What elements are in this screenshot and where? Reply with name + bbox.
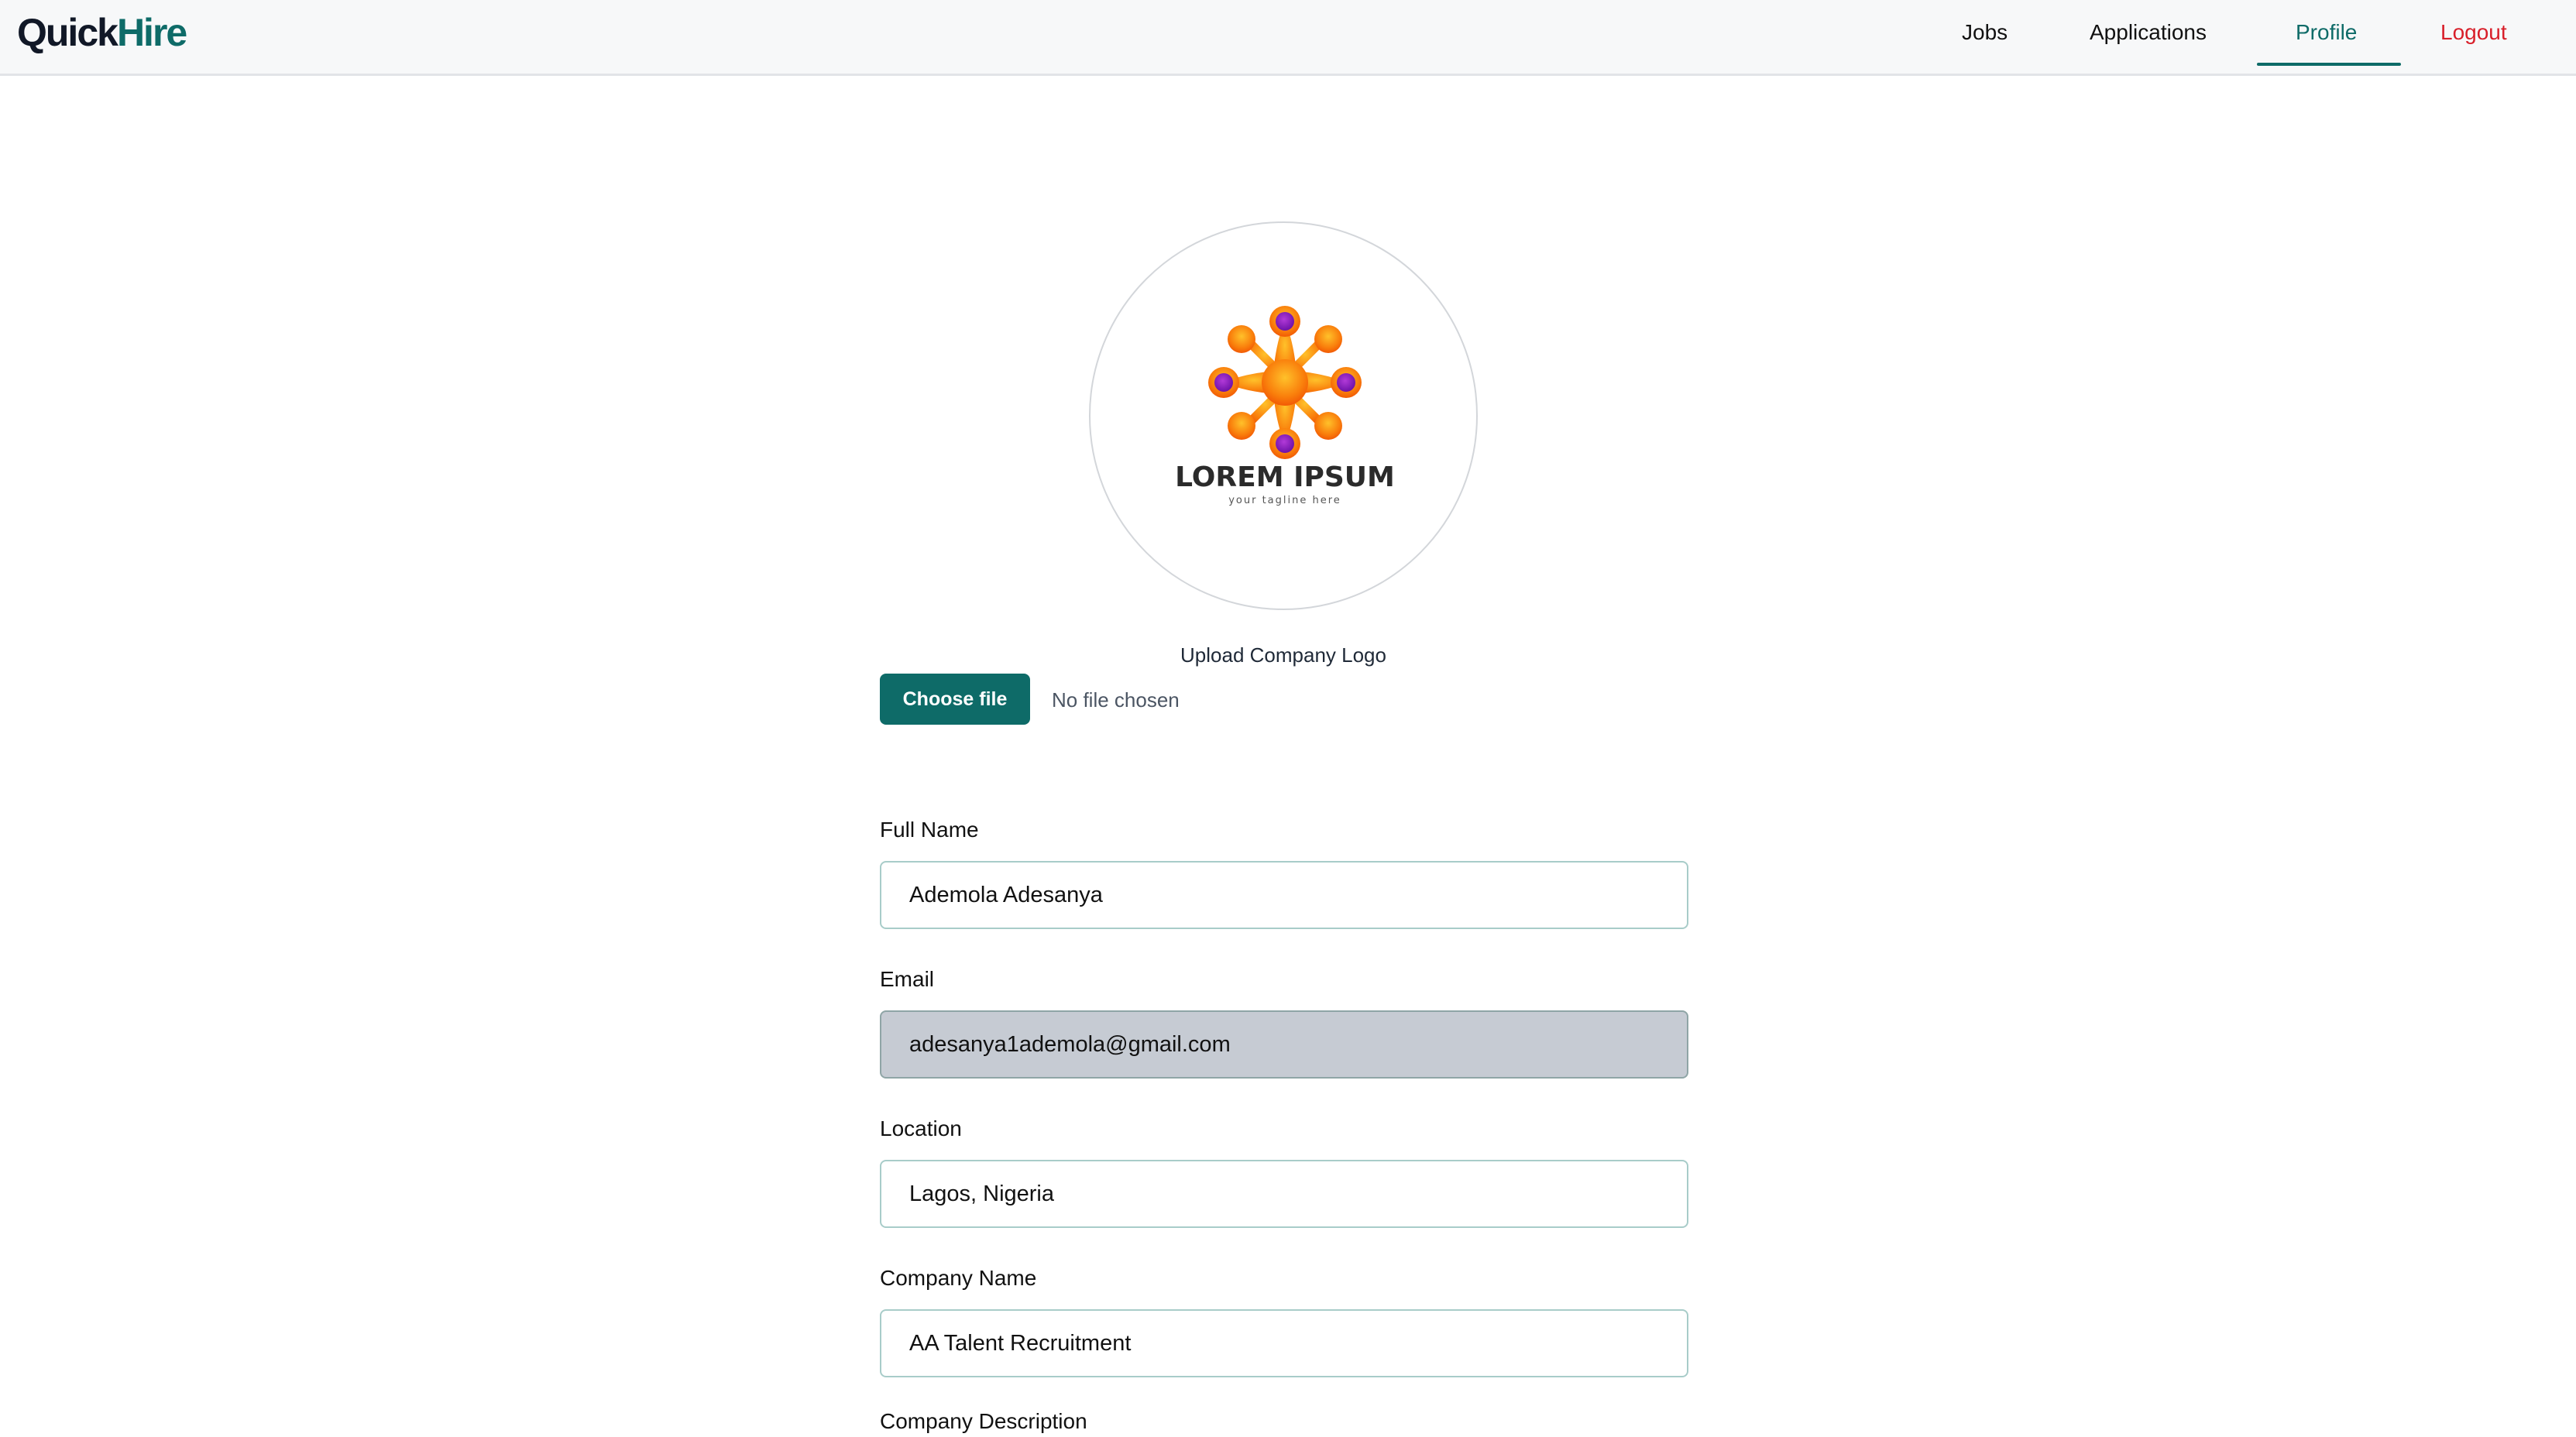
company-logo-preview: LOREM IPSUM your tagline here (1089, 221, 1478, 610)
nav-profile[interactable]: Profile (2296, 15, 2357, 50)
active-tab-indicator (2257, 63, 2401, 66)
nav-applications[interactable]: Applications (2090, 15, 2207, 50)
company-name-input[interactable]: AA Talent Recruitment (880, 1309, 1688, 1377)
company-description-label: Company Description (880, 1409, 1087, 1433)
choose-file-button[interactable]: Choose file (880, 674, 1030, 725)
logo-title: LOREM IPSUM (1175, 461, 1395, 493)
company-logo-image: LOREM IPSUM your tagline here (1175, 306, 1395, 506)
nav-logout[interactable]: Logout (2440, 15, 2507, 50)
location-label: Location (880, 1116, 962, 1140)
file-status-text: No file chosen (1052, 688, 1180, 712)
email-input: adesanya1ademola@gmail.com (880, 1010, 1688, 1079)
full-name-label: Full Name (880, 818, 979, 842)
email-label: Email (880, 967, 935, 991)
upload-logo-label: Upload Company Logo (1180, 643, 1386, 667)
nav-jobs[interactable]: Jobs (1962, 15, 2008, 50)
full-name-input[interactable]: Ademola Adesanya (880, 861, 1688, 929)
company-name-label: Company Name (880, 1266, 1037, 1290)
brand-text-hire: Hire (116, 11, 187, 54)
location-input[interactable]: Lagos, Nigeria (880, 1160, 1688, 1228)
logo-tagline: your tagline here (1228, 495, 1341, 506)
top-navbar: QuickHire Jobs Applications Profile Logo… (0, 0, 2576, 76)
brand-text-quick: Quick (17, 11, 118, 54)
brand-logo[interactable]: QuickHire (17, 8, 187, 57)
